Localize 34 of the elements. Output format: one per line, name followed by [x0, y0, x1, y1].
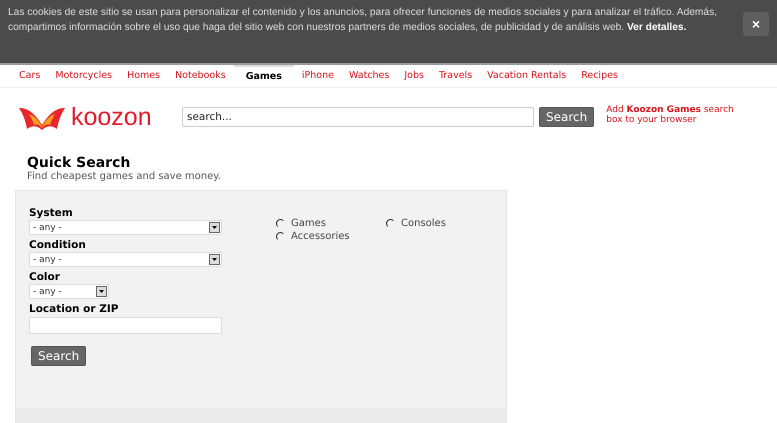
nav-tab[interactable]: Watches: [342, 66, 396, 86]
radio-label: Consoles: [401, 218, 446, 229]
add-search-link[interactable]: Add Koozon Games search box to your browser: [606, 105, 746, 125]
cookie-notice: Las cookies de este sitio se usan para personalizar el contenido y los anuncios, para ofrecer funciones de medios sociales y para analizar el tráfico. Además, compartimos información sobre el uso que haga del sitio web con nuestros partners de medios sociales, de publicidad y de análisis web. Ver detalles.: [8, 6, 718, 34]
nav-tab[interactable]: Notebooks: [168, 66, 233, 86]
section-subtitle: Find cheapest games and save money.: [27, 171, 222, 183]
dropdown[interactable]: - any -: [29, 284, 109, 299]
close-button[interactable]: ×: [743, 12, 769, 36]
input-field[interactable]: [29, 317, 222, 334]
nav-tab[interactable]: Homes: [120, 66, 168, 86]
radio-button[interactable]: [386, 219, 395, 228]
nav-tab[interactable]: Jobs: [397, 66, 431, 86]
nav-tab[interactable]: iPhone: [294, 66, 341, 86]
nav-tab[interactable]: Games: [234, 65, 294, 87]
radio-label: Accessories: [291, 231, 350, 242]
search-button[interactable]: Search: [539, 107, 594, 127]
field-label: Location or ZIP: [29, 303, 118, 316]
nav-tab[interactable]: Vacation Rentals: [480, 66, 574, 86]
logo-text: koozon: [71, 103, 152, 132]
search-field[interactable]: search...: [182, 107, 534, 127]
dropdown[interactable]: - any -: [29, 220, 222, 235]
radio-button[interactable]: [276, 219, 285, 228]
search-button[interactable]: Search: [31, 346, 86, 366]
field-label: System: [29, 207, 73, 220]
section-title: Quick Search: [27, 155, 132, 171]
field-label: Condition: [29, 239, 86, 252]
field-label: Color: [29, 271, 60, 284]
nav-tab[interactable]: Cars: [12, 66, 48, 86]
dropdown[interactable]: - any -: [29, 252, 222, 267]
nav-tab[interactable]: Recipes: [574, 66, 625, 86]
radio-button[interactable]: [276, 232, 285, 241]
radio-label: Games: [291, 218, 326, 229]
nav-tab[interactable]: Motorcycles: [48, 66, 120, 86]
nav-tab[interactable]: Travels: [432, 66, 480, 86]
